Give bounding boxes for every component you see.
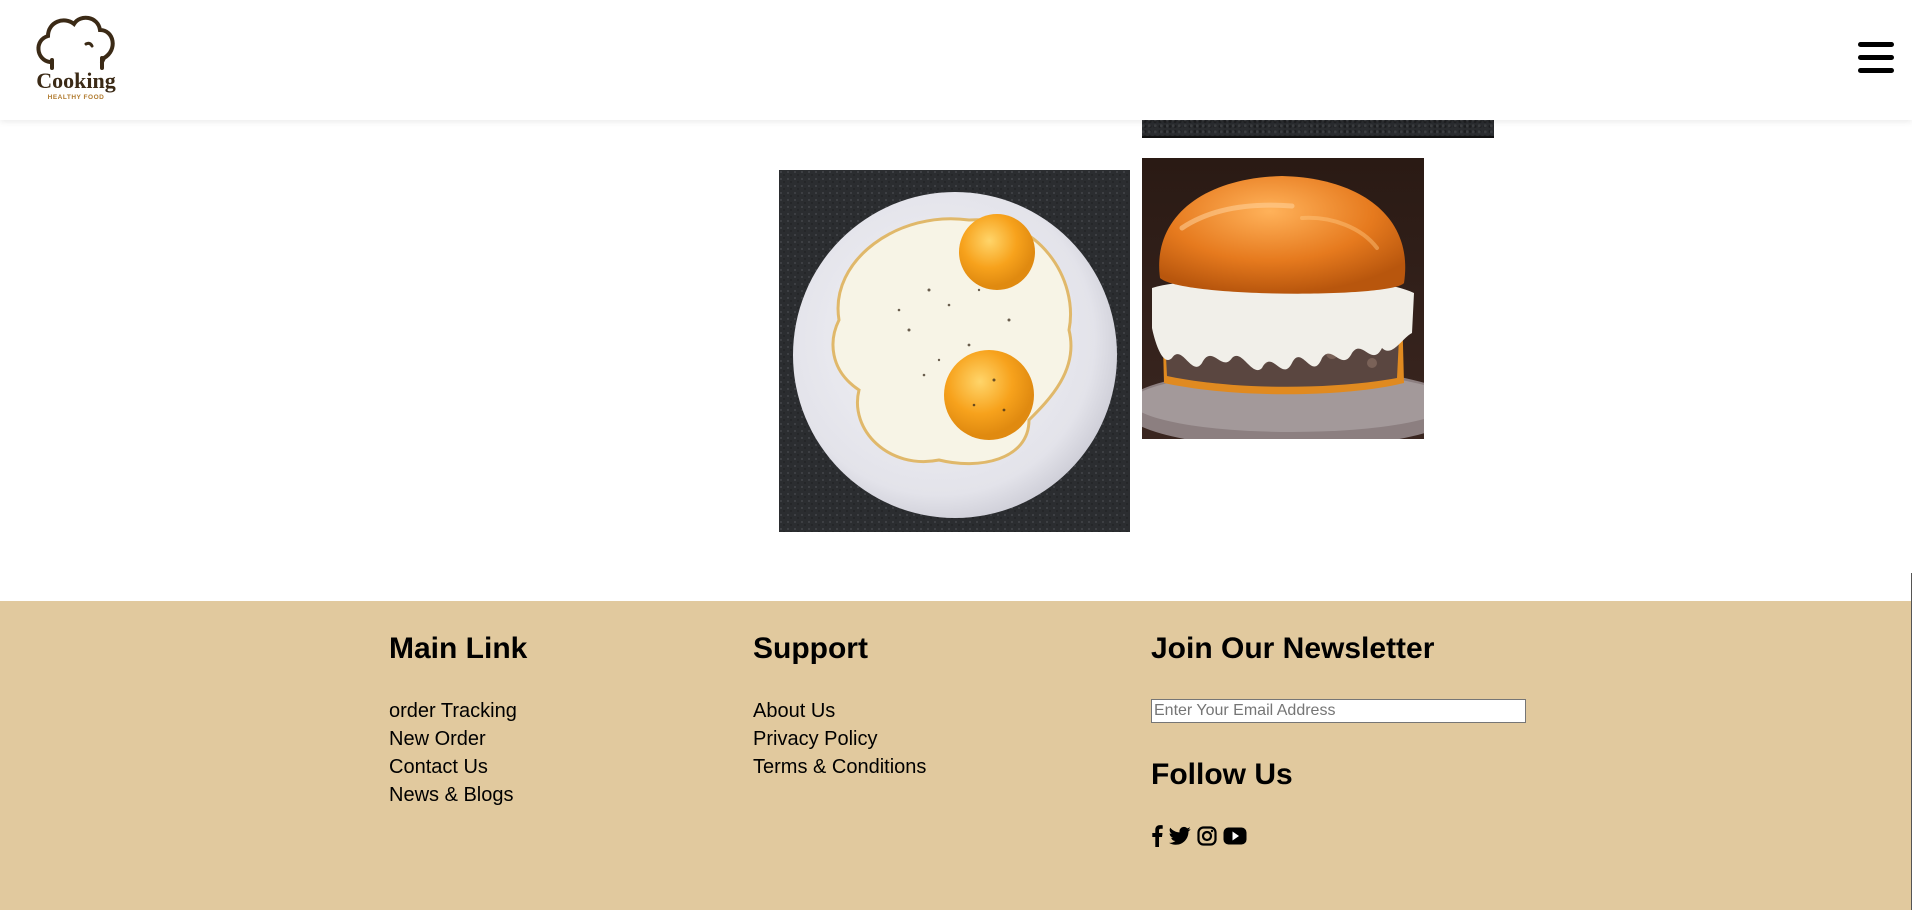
site-footer: Main Link order Tracking New Order Conta…	[0, 601, 1912, 910]
site-logo[interactable]: Cooking HEALTHY FOOD	[28, 10, 124, 102]
support-column: Support About Us Privacy Policy Terms & …	[753, 629, 926, 781]
hamburger-menu-icon[interactable]	[1858, 42, 1894, 74]
chef-hat-icon: Cooking HEALTHY FOOD	[36, 15, 116, 101]
footer-link-contact-us[interactable]: Contact Us	[389, 753, 527, 781]
newsletter-email-input[interactable]	[1151, 699, 1526, 723]
main-link-list: order Tracking New Order Contact Us News…	[389, 697, 527, 809]
footer-link-news-blogs[interactable]: News & Blogs	[389, 781, 527, 809]
footer-link-terms-conditions[interactable]: Terms & Conditions	[753, 753, 926, 781]
support-list: About Us Privacy Policy Terms & Conditio…	[753, 697, 926, 781]
logo-tagline: HEALTHY FOOD	[48, 94, 105, 101]
follow-us-heading: Follow Us	[1151, 758, 1293, 791]
support-heading: Support	[753, 632, 868, 665]
newsletter-column: Join Our Newsletter Follow Us	[1151, 629, 1526, 847]
youtube-icon[interactable]	[1223, 827, 1247, 845]
logo-title: Cooking	[36, 68, 115, 93]
main-link-heading: Main Link	[389, 632, 528, 665]
social-links	[1151, 825, 1526, 847]
facebook-icon[interactable]	[1151, 825, 1163, 847]
dark-stone-image-partial	[1142, 118, 1494, 138]
twitter-icon[interactable]	[1169, 826, 1191, 846]
footer-link-new-order[interactable]: New Order	[389, 725, 527, 753]
main-link-column: Main Link order Tracking New Order Conta…	[389, 629, 527, 809]
burger-with-gravy-image	[1142, 158, 1424, 439]
instagram-icon[interactable]	[1197, 826, 1217, 846]
footer-link-order-tracking[interactable]: order Tracking	[389, 697, 527, 725]
fried-eggs-image	[779, 170, 1130, 532]
footer-link-privacy-policy[interactable]: Privacy Policy	[753, 725, 926, 753]
footer-link-about-us[interactable]: About Us	[753, 697, 926, 725]
site-header: Cooking HEALTHY FOOD	[0, 0, 1912, 120]
newsletter-heading: Join Our Newsletter	[1151, 632, 1435, 665]
